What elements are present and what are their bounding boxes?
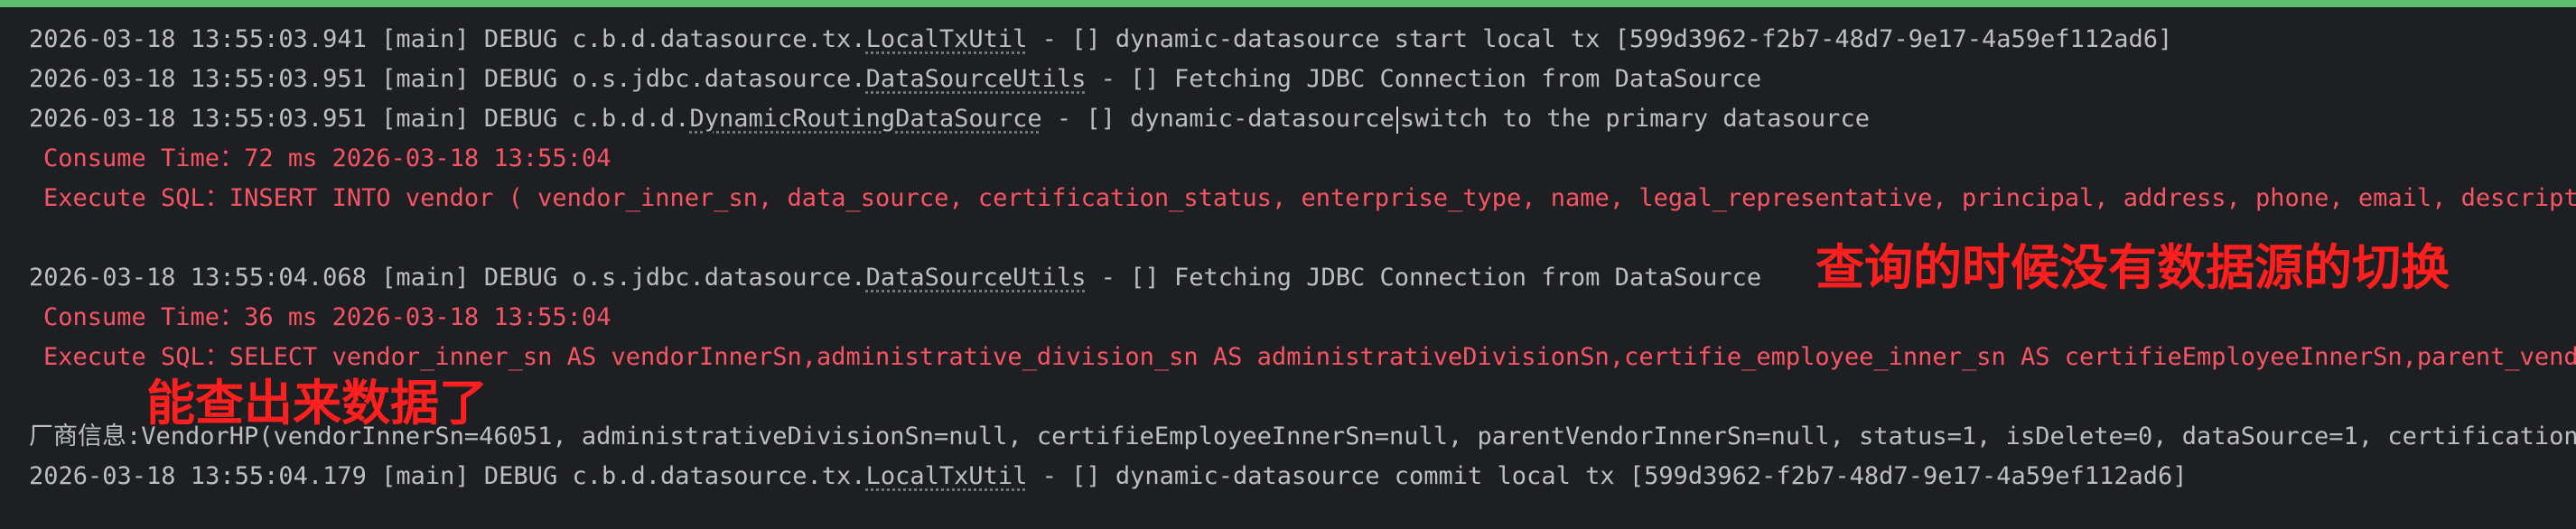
execute-sql-line: Execute SQL：SELECT vendor_inner_sn AS ve… bbox=[43, 343, 2576, 371]
run-status-bar bbox=[0, 0, 2576, 7]
annotation-no-datasource-switch: 查询的时候没有数据源的切换 bbox=[1815, 239, 2450, 296]
consume-time-line: Consume Time：72 ms 2026-03-18 13:55:04 bbox=[43, 144, 611, 172]
class-link[interactable]: LocalTxUtil bbox=[866, 462, 1028, 490]
annotation-data-found: 能查出来数据了 bbox=[146, 375, 488, 432]
text-caret bbox=[1395, 106, 1398, 134]
class-link[interactable]: LocalTxUtil bbox=[866, 25, 1028, 53]
log-line: 2026-03-18 13:55:03.951 [main] DEBUG o.s… bbox=[29, 65, 1762, 93]
log-line: 2026-03-18 13:55:03.941 [main] DEBUG c.b… bbox=[29, 25, 2173, 53]
class-link[interactable]: DynamicRoutingDataSource bbox=[690, 105, 1042, 133]
log-line: 2026-03-18 13:55:03.951 [main] DEBUG c.b… bbox=[29, 105, 1870, 134]
class-link[interactable]: DataSourceUtils bbox=[866, 264, 1087, 292]
consume-time-line: Consume Time：36 ms 2026-03-18 13:55:04 bbox=[43, 303, 611, 331]
log-line: 2026-03-18 13:55:04.068 [main] DEBUG o.s… bbox=[29, 264, 1762, 292]
class-link[interactable]: DataSourceUtils bbox=[866, 65, 1087, 93]
log-line: 2026-03-18 13:55:04.179 [main] DEBUG c.b… bbox=[29, 462, 2188, 490]
execute-sql-line: Execute SQL：INSERT INTO vendor ( vendor_… bbox=[43, 184, 2576, 212]
